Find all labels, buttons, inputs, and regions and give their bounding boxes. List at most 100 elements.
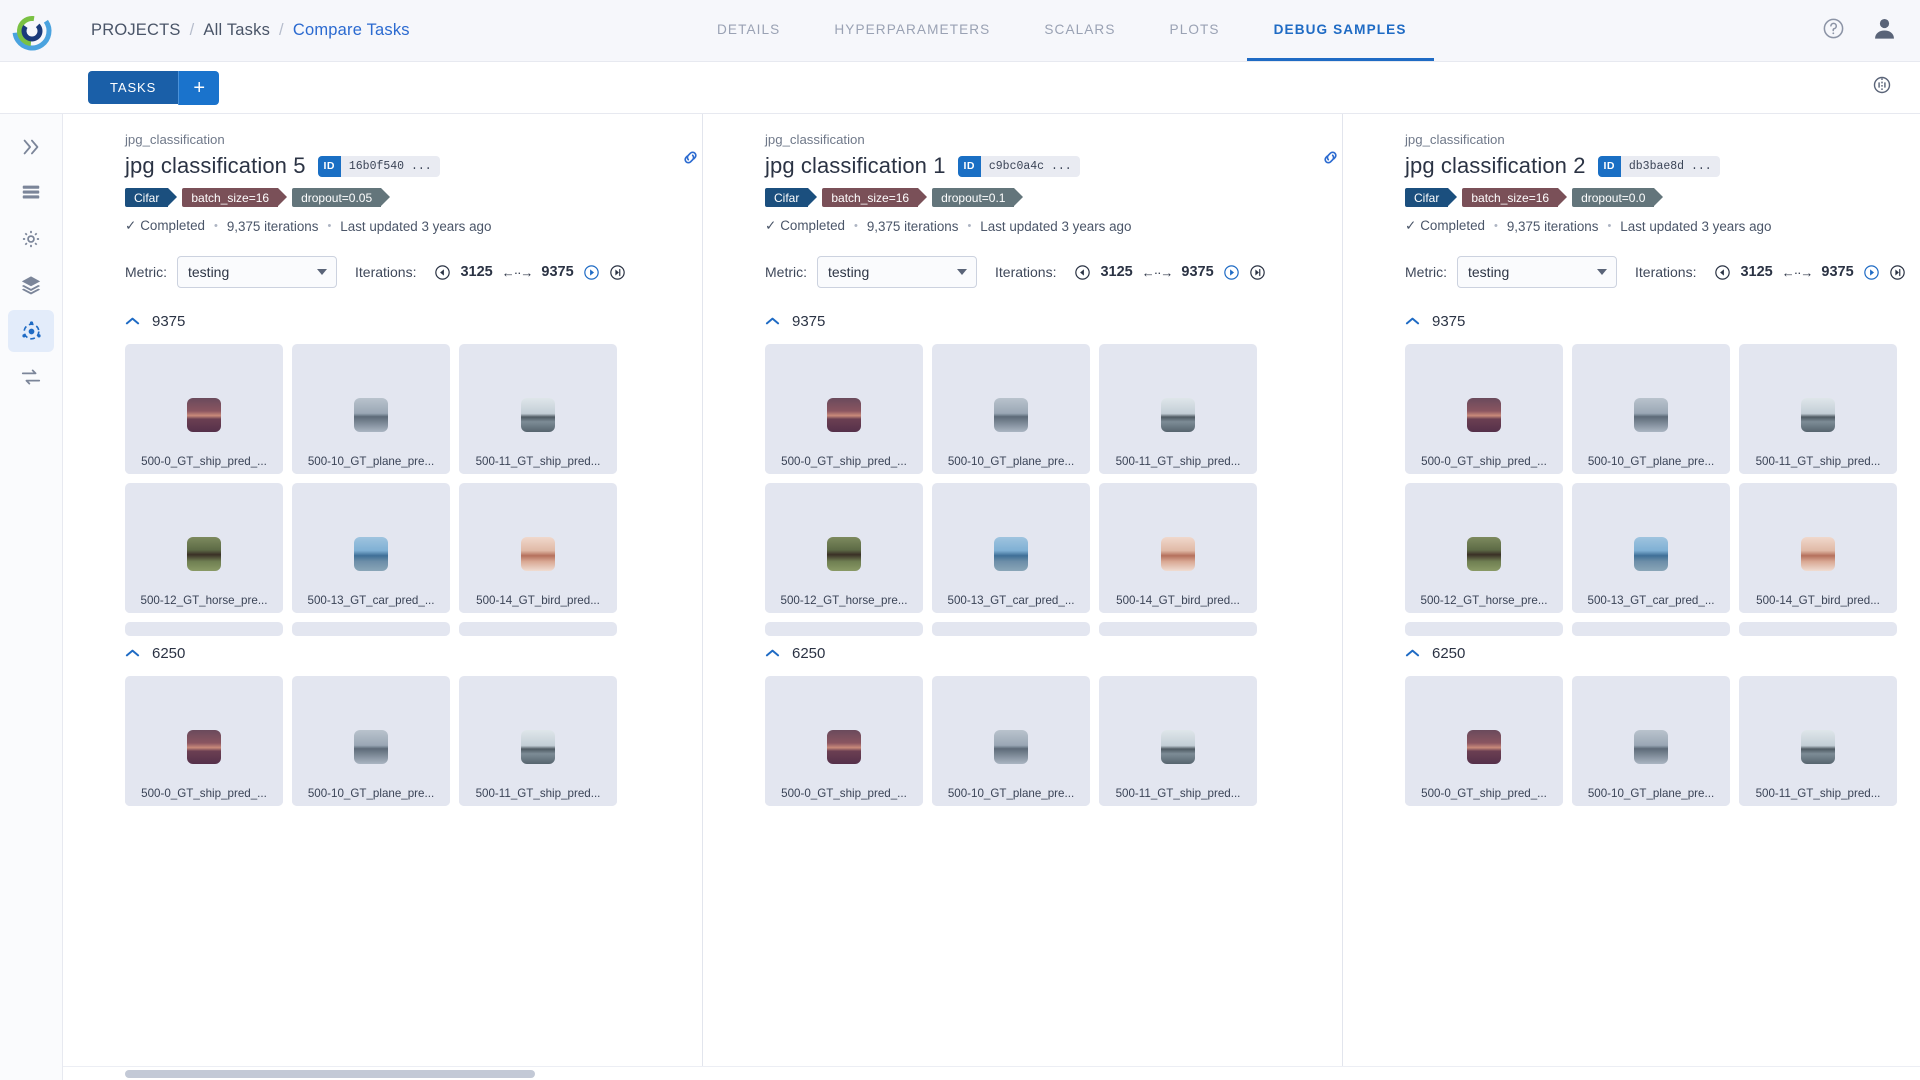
debug-sample-tile[interactable]: 500-11_GT_ship_pred...: [1099, 344, 1257, 474]
debug-sample-tile[interactable]: 500-0_GT_ship_pred_...: [125, 344, 283, 474]
horizontal-scrollbar[interactable]: [63, 1066, 1920, 1080]
metric-select[interactable]: testing: [1457, 256, 1617, 288]
tab-debug-samples[interactable]: DEBUG SAMPLES: [1246, 0, 1434, 61]
task-tag[interactable]: dropout=0.05: [292, 188, 391, 207]
iteration-group-header[interactable]: 9375: [125, 304, 702, 344]
skip-to-end-icon[interactable]: [1249, 264, 1266, 281]
debug-sample-tile[interactable]: [459, 622, 617, 636]
debug-sample-tile[interactable]: 500-10_GT_plane_pre...: [1572, 344, 1730, 474]
debug-samples-scroll-area[interactable]: 9375 500-0_GT_ship_pred_... 500-10_GT_plan…: [703, 304, 1342, 1066]
iteration-group-header[interactable]: 9375: [1405, 304, 1920, 344]
sidebar-item-experiments[interactable]: [8, 310, 54, 352]
debug-sample-tile[interactable]: 500-0_GT_ship_pred_...: [1405, 344, 1563, 474]
task-id-chip[interactable]: ID db3bae8d ...: [1597, 155, 1720, 177]
breadcrumb-item-all-tasks[interactable]: All Tasks: [203, 21, 270, 40]
debug-sample-tile[interactable]: 500-0_GT_ship_pred_...: [765, 344, 923, 474]
task-tag[interactable]: dropout=0.1: [932, 188, 1024, 207]
previous-iteration-icon[interactable]: [1714, 264, 1731, 281]
debug-sample-tile[interactable]: [1405, 622, 1563, 636]
metric-select[interactable]: testing: [817, 256, 977, 288]
debug-sample-tile[interactable]: 500-10_GT_plane_pre...: [932, 676, 1090, 806]
sidebar-item-layers[interactable]: [8, 264, 54, 306]
debug-sample-tile[interactable]: 500-10_GT_plane_pre...: [1572, 676, 1730, 806]
tab-hyperparameters[interactable]: HYPERPARAMETERS: [807, 0, 1017, 61]
chevron-up-icon[interactable]: [765, 646, 780, 661]
chevron-up-icon[interactable]: [1405, 314, 1420, 329]
debug-sample-tile[interactable]: 500-13_GT_car_pred_...: [292, 483, 450, 613]
debug-sample-tile[interactable]: [1739, 622, 1897, 636]
debug-sample-tile[interactable]: 500-11_GT_ship_pred...: [1739, 676, 1897, 806]
debug-samples-scroll-area[interactable]: 9375 500-0_GT_ship_pred_... 500-10_GT_plan…: [1343, 304, 1920, 1066]
compare-settings-icon[interactable]: [1872, 75, 1892, 100]
debug-sample-tile[interactable]: 500-11_GT_ship_pred...: [1099, 676, 1257, 806]
debug-sample-tile[interactable]: 500-0_GT_ship_pred_...: [1405, 676, 1563, 806]
iteration-group-header[interactable]: 6250: [125, 636, 702, 676]
skip-to-end-icon[interactable]: [609, 264, 626, 281]
task-tag[interactable]: batch_size=16: [822, 188, 927, 207]
chevron-up-icon[interactable]: [765, 314, 780, 329]
tab-scalars[interactable]: SCALARS: [1017, 0, 1142, 61]
debug-sample-tile[interactable]: 500-12_GT_horse_pre...: [765, 483, 923, 613]
help-circle-icon[interactable]: [1822, 17, 1845, 45]
debug-sample-tile[interactable]: [1099, 622, 1257, 636]
sidebar-item-hyperdatasets[interactable]: [8, 218, 54, 260]
tab-plots[interactable]: PLOTS: [1143, 0, 1247, 61]
debug-sample-tile[interactable]: [292, 622, 450, 636]
task-tag[interactable]: dropout=0.0: [1572, 188, 1664, 207]
iteration-group-header[interactable]: 6250: [765, 636, 1342, 676]
debug-sample-tile[interactable]: 500-0_GT_ship_pred_...: [765, 676, 923, 806]
tasks-button[interactable]: TASKS: [88, 71, 179, 104]
debug-samples-scroll-area[interactable]: 9375 500-0_GT_ship_pred_... 500-10_GT_plan…: [63, 304, 702, 1066]
play-iteration-icon[interactable]: [1863, 264, 1880, 281]
debug-sample-tile[interactable]: [1572, 622, 1730, 636]
task-tag[interactable]: Cifar: [1405, 188, 1458, 207]
play-iteration-icon[interactable]: [583, 264, 600, 281]
debug-sample-tile[interactable]: [125, 622, 283, 636]
debug-sample-tile[interactable]: 500-12_GT_horse_pre...: [1405, 483, 1563, 613]
task-id-chip[interactable]: ID c9bc0a4c ...: [957, 155, 1080, 177]
task-tag[interactable]: Cifar: [125, 188, 178, 207]
task-tag[interactable]: Cifar: [765, 188, 818, 207]
sidebar-item-pipelines[interactable]: [8, 126, 54, 168]
sidebar-item-compare[interactable]: [8, 356, 54, 398]
breadcrumb-item-compare-tasks[interactable]: Compare Tasks: [293, 21, 410, 40]
iteration-group-header[interactable]: 6250: [1405, 636, 1920, 676]
debug-sample-tile[interactable]: 500-10_GT_plane_pre...: [292, 676, 450, 806]
debug-sample-tile[interactable]: 500-10_GT_plane_pre...: [292, 344, 450, 474]
link-columns-icon[interactable]: [1317, 144, 1343, 170]
chevron-up-icon[interactable]: [125, 646, 140, 661]
play-iteration-icon[interactable]: [1223, 264, 1240, 281]
clearml-logo[interactable]: [0, 0, 63, 62]
debug-sample-tile[interactable]: 500-13_GT_car_pred_...: [1572, 483, 1730, 613]
debug-sample-tile[interactable]: [765, 622, 923, 636]
chevron-up-icon[interactable]: [125, 314, 140, 329]
debug-sample-tile[interactable]: 500-14_GT_bird_pred...: [1739, 483, 1897, 613]
debug-sample-tile[interactable]: 500-11_GT_ship_pred...: [1739, 344, 1897, 474]
iteration-group-header[interactable]: 9375: [765, 304, 1342, 344]
chevron-up-icon[interactable]: [1405, 646, 1420, 661]
metric-select[interactable]: testing: [177, 256, 337, 288]
debug-sample-tile[interactable]: 500-0_GT_ship_pred_...: [125, 676, 283, 806]
sidebar-item-datasets[interactable]: [8, 172, 54, 214]
task-tag[interactable]: batch_size=16: [182, 188, 287, 207]
scrollbar-thumb[interactable]: [125, 1070, 535, 1078]
compare-columns[interactable]: jpg_classification jpg classification 5 …: [63, 114, 1920, 1066]
debug-sample-tile[interactable]: 500-11_GT_ship_pred...: [459, 676, 617, 806]
debug-sample-tile[interactable]: 500-14_GT_bird_pred...: [1099, 483, 1257, 613]
task-id-chip[interactable]: ID 16b0f540 ...: [317, 155, 440, 177]
debug-sample-tile[interactable]: 500-14_GT_bird_pred...: [459, 483, 617, 613]
user-avatar-icon[interactable]: [1871, 15, 1898, 47]
debug-sample-tile[interactable]: [932, 622, 1090, 636]
breadcrumb-item-projects[interactable]: PROJECTS: [91, 21, 181, 40]
tab-details[interactable]: DETAILS: [690, 0, 807, 61]
debug-sample-tile[interactable]: 500-10_GT_plane_pre...: [932, 344, 1090, 474]
link-columns-icon[interactable]: [677, 144, 703, 170]
debug-sample-tile[interactable]: 500-11_GT_ship_pred...: [459, 344, 617, 474]
task-tag[interactable]: batch_size=16: [1462, 188, 1567, 207]
debug-sample-tile[interactable]: 500-12_GT_horse_pre...: [125, 483, 283, 613]
debug-sample-tile[interactable]: 500-13_GT_car_pred_...: [932, 483, 1090, 613]
skip-to-end-icon[interactable]: [1889, 264, 1906, 281]
add-task-button[interactable]: +: [178, 70, 220, 105]
previous-iteration-icon[interactable]: [434, 264, 451, 281]
previous-iteration-icon[interactable]: [1074, 264, 1091, 281]
